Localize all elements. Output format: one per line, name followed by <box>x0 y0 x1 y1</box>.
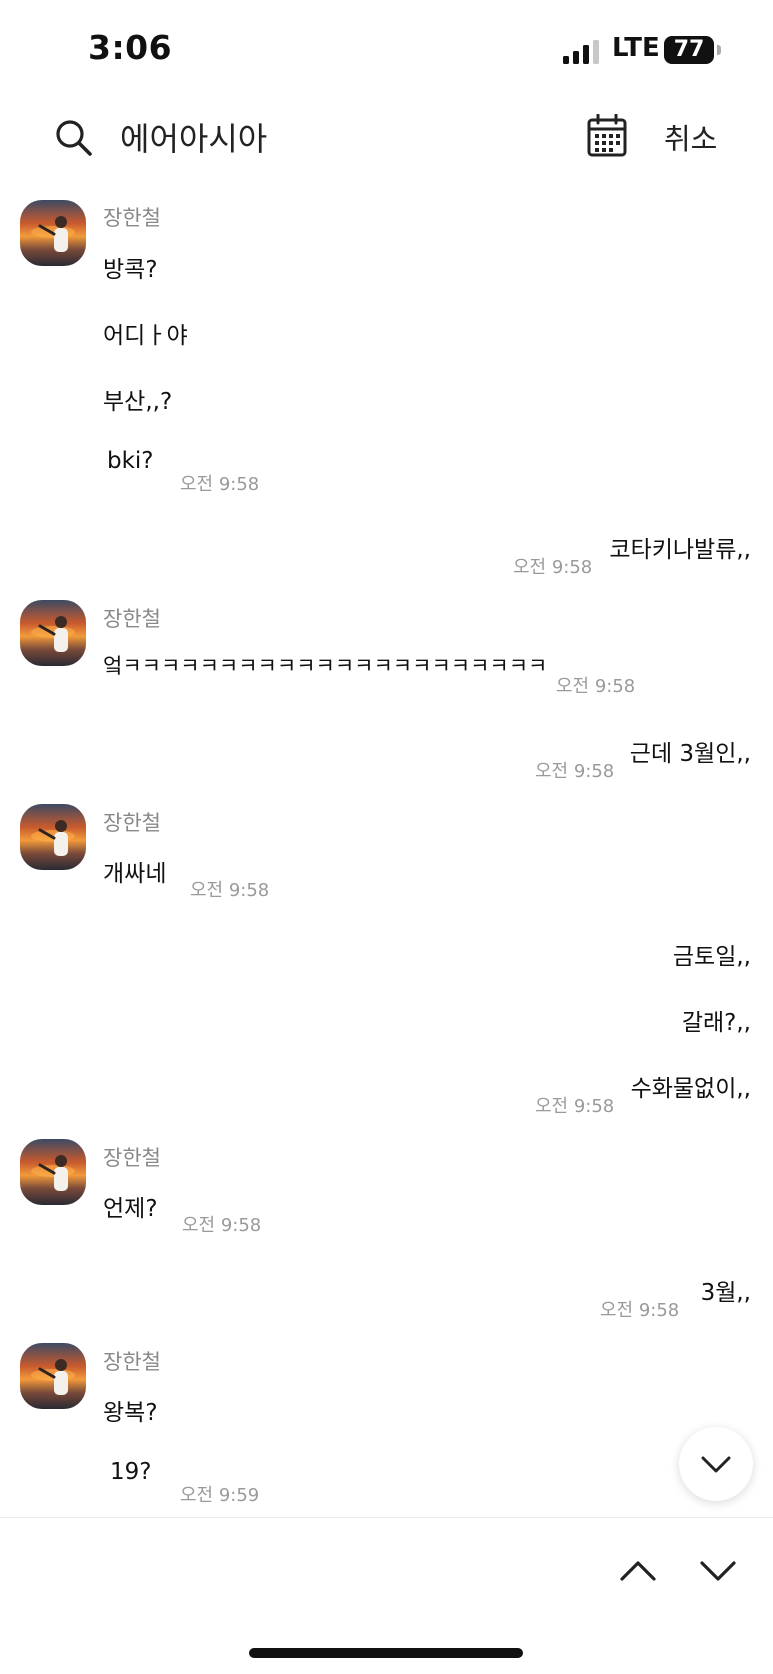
message-text[interactable]: 왕복? <box>103 1393 158 1427</box>
message-text[interactable]: 개싸네 <box>103 854 166 888</box>
sender-name: 장한철 <box>103 1350 161 1374</box>
message-text[interactable]: 갈래?,, <box>682 1003 751 1037</box>
scroll-to-bottom-button[interactable] <box>679 1427 753 1501</box>
message-text[interactable]: 엌ㅋㅋㅋㅋㅋㅋㅋㅋㅋㅋㅋㅋㅋㅋㅋㅋㅋㅋㅋㅋㅋㅋ <box>103 650 547 680</box>
message-timestamp: 오전 9:58 <box>535 761 615 782</box>
home-indicator <box>249 1648 523 1658</box>
chat-message-list: 장한철 방콕? 어디ㅏ야 부산,,? bki? 오전 9:58 오전 9:58 … <box>0 0 773 1515</box>
message-text[interactable]: 금토일,, <box>673 937 751 971</box>
message-timestamp: 오전 9:58 <box>180 474 260 495</box>
sender-name: 장한철 <box>103 1146 161 1170</box>
message-timestamp: 오전 9:58 <box>556 676 636 697</box>
message-text[interactable]: 방콕? <box>103 250 158 284</box>
message-text[interactable]: 3월,, <box>701 1273 751 1307</box>
avatar[interactable] <box>20 600 86 666</box>
message-timestamp: 오전 9:58 <box>190 880 270 901</box>
message-timestamp: 오전 9:58 <box>535 1096 615 1117</box>
chevron-down-icon <box>700 1561 736 1581</box>
avatar[interactable] <box>20 1139 86 1205</box>
message-text[interactable]: bki? <box>107 448 154 474</box>
message-text[interactable]: 언제? <box>103 1189 158 1223</box>
avatar[interactable] <box>20 1343 86 1409</box>
message-text[interactable]: 수화물없이,, <box>631 1069 751 1103</box>
chevron-down-icon <box>701 1456 731 1473</box>
message-text[interactable]: 코타키나발류,, <box>609 530 751 564</box>
chevron-up-icon <box>620 1561 656 1581</box>
message-text[interactable]: 19? <box>110 1459 151 1485</box>
message-timestamp: 오전 9:58 <box>600 1300 680 1321</box>
message-timestamp: 오전 9:59 <box>180 1485 260 1506</box>
search-result-navigation <box>0 1517 773 1674</box>
avatar[interactable] <box>20 804 86 870</box>
previous-result-button[interactable] <box>616 1548 660 1592</box>
next-result-button[interactable] <box>696 1548 740 1592</box>
sender-name: 장한철 <box>103 607 161 631</box>
sender-name: 장한철 <box>103 811 161 835</box>
message-text[interactable]: 어디ㅏ야 <box>103 316 188 350</box>
message-text[interactable]: 근데 3월인,, <box>630 734 751 768</box>
sender-name: 장한철 <box>103 206 161 230</box>
message-text[interactable]: 부산,,? <box>103 382 172 416</box>
avatar[interactable] <box>20 200 86 266</box>
message-timestamp: 오전 9:58 <box>182 1215 262 1236</box>
message-timestamp: 오전 9:58 <box>513 557 593 578</box>
